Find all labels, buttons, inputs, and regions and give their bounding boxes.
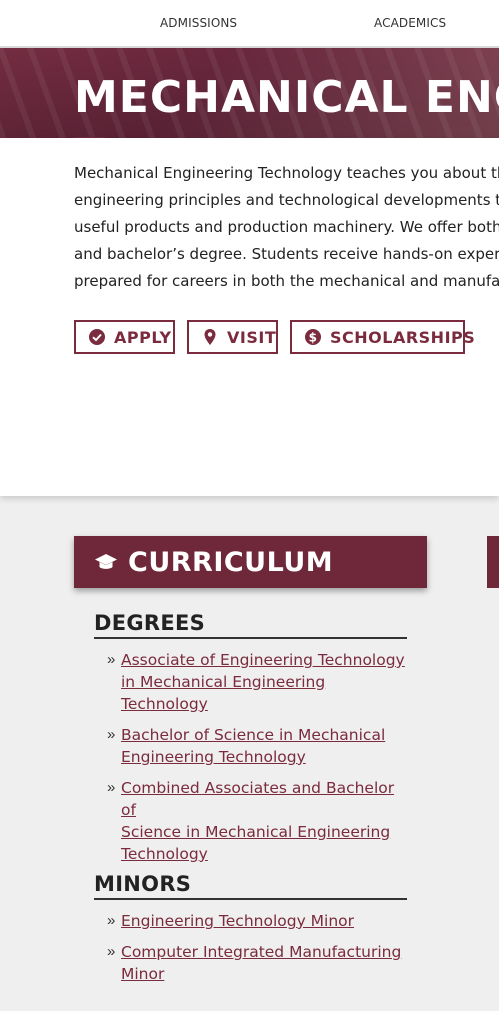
hero-banner: MECHANICAL ENGINEERING TECHNOLOGY (0, 48, 499, 138)
intro-line: engineering principles and technological… (74, 191, 499, 209)
degree-link-associate[interactable]: Associate of Engineering Technology in M… (121, 649, 407, 715)
svg-text:$: $ (309, 331, 318, 345)
scholarships-button[interactable]: $ SCHOLARSHIPS (290, 320, 475, 354)
intro-line: and bachelor’s degree. Students receive … (74, 245, 499, 263)
bullet: » (107, 912, 116, 929)
list-item: » Associate of Engineering Technology in… (94, 649, 407, 715)
degrees-section: DEGREES » Associate of Engineering Techn… (94, 611, 407, 874)
intro-text: Mechanical Engineering Technology teache… (74, 160, 499, 295)
intro-line: Mechanical Engineering Technology teache… (74, 164, 499, 182)
intro-panel: Mechanical Engineering Technology teache… (0, 138, 499, 496)
bullet: » (107, 779, 116, 796)
visit-button[interactable]: VISIT (187, 320, 278, 354)
list-item: » Bachelor of Science in Mechanical Engi… (94, 724, 407, 768)
degree-link-bachelor[interactable]: Bachelor of Science in Mechanical Engine… (121, 724, 407, 768)
visit-label: VISIT (227, 327, 277, 347)
minors-list: » Engineering Technology Minor » Compute… (94, 910, 407, 985)
check-circle-icon (88, 328, 106, 346)
minor-link-cim[interactable]: Computer Integrated Manufacturing Minor (121, 941, 407, 985)
apply-label: APPLY (114, 327, 172, 347)
nav-academics-link[interactable]: ACADEMICS (374, 16, 446, 30)
minors-heading: MINORS (94, 872, 407, 900)
dollar-circle-icon: $ (304, 328, 322, 346)
bullet: » (107, 726, 116, 743)
bullet: » (107, 651, 116, 668)
top-navigation: ADMISSIONS ACADEMICS (0, 0, 499, 48)
apply-button[interactable]: APPLY (74, 320, 175, 354)
list-item: » Engineering Technology Minor (94, 910, 407, 932)
next-card-header-edge (487, 536, 499, 588)
minor-link-engineering-technology[interactable]: Engineering Technology Minor (121, 910, 407, 932)
bullet: » (107, 943, 116, 960)
list-item: » Combined Associates and Bachelor of Sc… (94, 777, 407, 865)
scholarships-label: SCHOLARSHIPS (330, 327, 476, 347)
minors-section: MINORS » Engineering Technology Minor » … (94, 872, 407, 994)
intro-line: prepared for careers in both the mechani… (74, 272, 499, 290)
curriculum-header: CURRICULUM (74, 536, 427, 588)
map-pin-icon (201, 328, 219, 346)
curriculum-title: CURRICULUM (128, 546, 334, 578)
nav-admissions-link[interactable]: ADMISSIONS (160, 16, 237, 30)
list-item: » Computer Integrated Manufacturing Mino… (94, 941, 407, 985)
degrees-list: » Associate of Engineering Technology in… (94, 649, 407, 865)
degrees-heading: DEGREES (94, 611, 407, 639)
intro-line: useful products and production machinery… (74, 218, 499, 236)
graduation-cap-icon (94, 550, 118, 574)
page-title: MECHANICAL ENGINEERING TECHNOLOGY (74, 72, 499, 123)
degree-link-combined[interactable]: Combined Associates and Bachelor of Scie… (121, 777, 407, 865)
